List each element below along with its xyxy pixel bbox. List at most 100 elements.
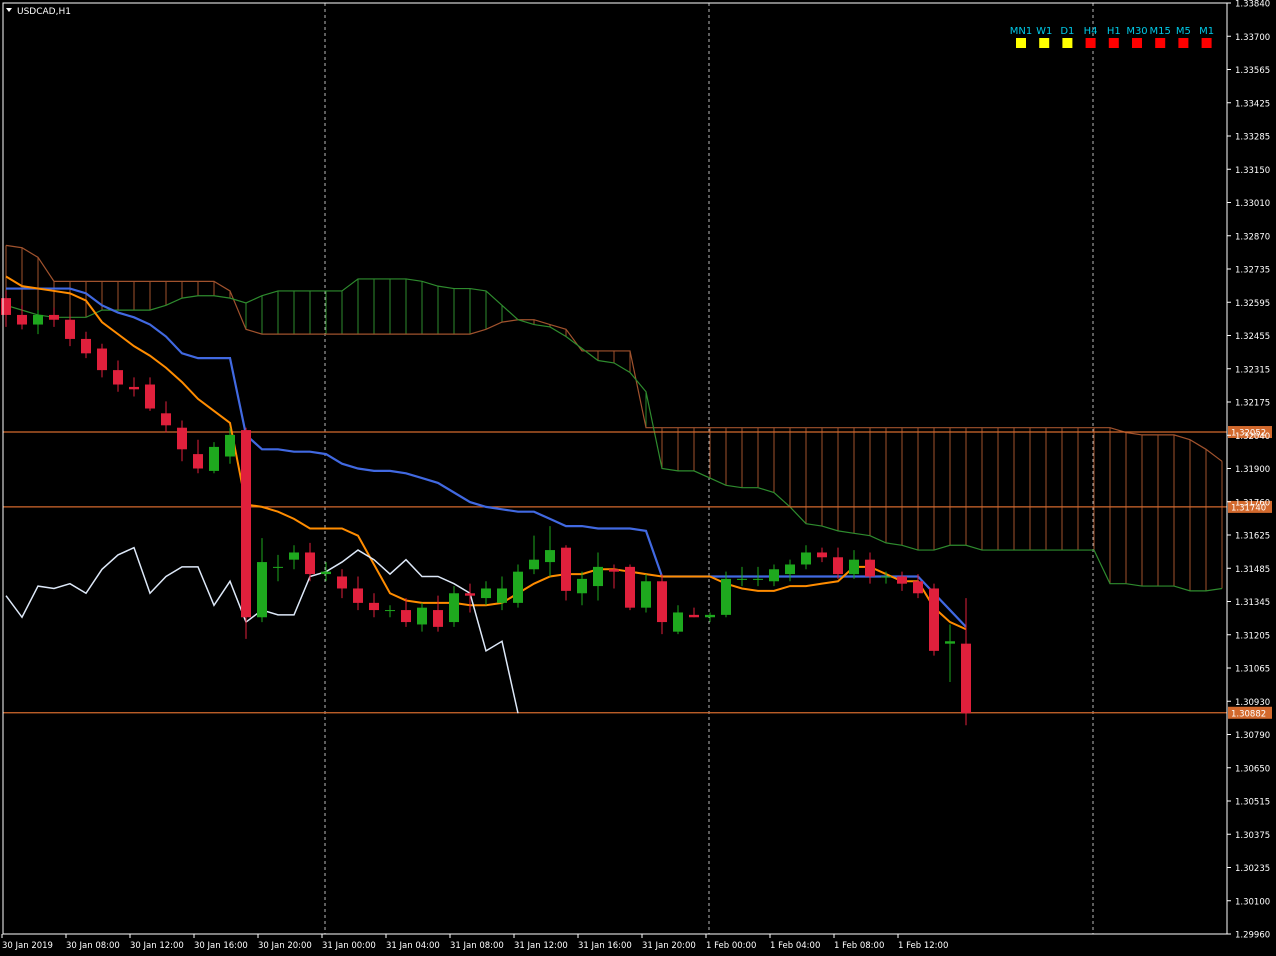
candle-body <box>481 588 491 599</box>
candle-body <box>945 641 955 644</box>
timeframe-label: H4 <box>1084 26 1098 37</box>
candle-body <box>721 578 731 615</box>
timeframe-status-square <box>1132 38 1142 48</box>
x-tick-label: 31 Jan 08:00 <box>450 941 504 951</box>
y-tick-label: 1.31485 <box>1235 565 1270 575</box>
x-tick-label: 1 Feb 12:00 <box>898 941 948 951</box>
candle-body <box>97 348 107 371</box>
candle-body <box>561 547 571 591</box>
candle-body <box>321 571 331 575</box>
timeframe-status-square <box>1085 38 1096 48</box>
timeframe-label: W1 <box>1036 26 1052 37</box>
price-chart[interactable]: 1.320521.317401.30882 1.338401.337001.33… <box>0 0 1276 956</box>
y-tick-label: 1.31345 <box>1235 598 1270 608</box>
candle-body <box>465 593 475 596</box>
candle-body <box>625 566 635 608</box>
candle-body <box>609 569 619 572</box>
candle-body <box>897 576 907 584</box>
candle-body <box>753 578 763 580</box>
timeframe-status-square <box>1201 38 1212 48</box>
candle-body <box>401 610 411 623</box>
timeframe-label: H1 <box>1107 26 1121 37</box>
x-tick-label: 1 Feb 00:00 <box>706 941 756 951</box>
timeframe-label: D1 <box>1060 26 1074 37</box>
y-tick-label: 1.31900 <box>1235 465 1270 475</box>
candle-body <box>673 612 683 632</box>
y-tick-label: 1.31205 <box>1235 631 1270 641</box>
x-tick-label: 1 Feb 04:00 <box>770 941 820 951</box>
candle-body <box>705 614 715 618</box>
candle-body <box>33 314 43 325</box>
candle-body <box>801 552 811 565</box>
timeframe-status-square <box>1039 38 1050 48</box>
candle-body <box>913 581 923 594</box>
candle-body <box>385 610 395 612</box>
candle-body <box>49 314 59 320</box>
y-tick-label: 1.32315 <box>1235 365 1270 375</box>
candle-body <box>305 552 315 575</box>
candle-body <box>817 552 827 558</box>
candle-body <box>449 593 459 623</box>
x-tick-label: 31 Jan 20:00 <box>642 941 696 951</box>
timeframe-status-square <box>1016 38 1026 48</box>
y-tick-label: 1.32595 <box>1235 299 1270 309</box>
candle-body <box>353 588 363 603</box>
y-tick-label: 1.31760 <box>1235 498 1270 508</box>
candle-body <box>513 571 523 603</box>
candle-body <box>193 454 203 469</box>
timeframe-status-square <box>1178 38 1189 48</box>
timeframe-label: M5 <box>1176 26 1191 37</box>
y-tick-label: 1.33840 <box>1235 0 1270 10</box>
candle-body <box>337 576 347 589</box>
candle-body <box>209 446 219 471</box>
candle-body <box>17 314 27 325</box>
candle-body <box>225 434 235 457</box>
y-tick-label: 1.33425 <box>1235 99 1270 109</box>
y-tick-label: 1.32735 <box>1235 266 1270 276</box>
x-tick-label: 31 Jan 16:00 <box>578 941 632 951</box>
candle-body <box>881 576 891 578</box>
timeframe-status-square <box>1155 38 1166 48</box>
x-tick-label: 30 Jan 20:00 <box>258 941 312 951</box>
y-tick-label: 1.30930 <box>1235 698 1270 708</box>
candle-body <box>257 562 267 618</box>
y-tick-label: 1.30235 <box>1235 864 1270 874</box>
candle-body <box>497 588 507 603</box>
x-tick-label: 31 Jan 00:00 <box>322 941 376 951</box>
candle-body <box>369 602 379 611</box>
candle-body <box>81 338 91 354</box>
candle-body <box>241 430 251 618</box>
x-tick-label: 30 Jan 2019 <box>2 941 53 951</box>
timeframe-label: M1 <box>1199 26 1214 37</box>
y-tick-label: 1.30375 <box>1235 831 1270 841</box>
x-tick-label: 31 Jan 12:00 <box>514 941 568 951</box>
candle-body <box>785 564 795 575</box>
y-tick-label: 1.30790 <box>1235 731 1270 741</box>
candle-body <box>641 581 651 608</box>
chart-background <box>0 0 1276 956</box>
candle-body <box>737 578 747 580</box>
symbol-title: USDCAD,H1 <box>17 7 71 17</box>
candle-body <box>833 557 843 575</box>
y-tick-label: 1.33700 <box>1235 33 1270 43</box>
x-tick-label: 1 Feb 08:00 <box>834 941 884 951</box>
candle-body <box>289 552 299 560</box>
candle-body <box>849 559 859 575</box>
y-tick-label: 1.31065 <box>1235 665 1270 675</box>
y-tick-label: 1.32175 <box>1235 399 1270 409</box>
x-tick-label: 30 Jan 08:00 <box>66 941 120 951</box>
candle-body <box>161 413 171 426</box>
candle-body <box>65 319 75 339</box>
y-tick-label: 1.30650 <box>1235 764 1270 774</box>
timeframe-status-square <box>1062 38 1073 48</box>
timeframe-status-square <box>1108 38 1119 48</box>
candle-body <box>113 370 123 385</box>
x-tick-label: 30 Jan 16:00 <box>194 941 248 951</box>
candle-body <box>529 559 539 570</box>
y-tick-label: 1.32870 <box>1235 232 1270 242</box>
candle-body <box>577 578 587 594</box>
y-tick-label: 1.33010 <box>1235 199 1270 209</box>
candle-body <box>961 643 971 714</box>
candle-body <box>657 581 667 623</box>
candle-body <box>145 384 155 409</box>
